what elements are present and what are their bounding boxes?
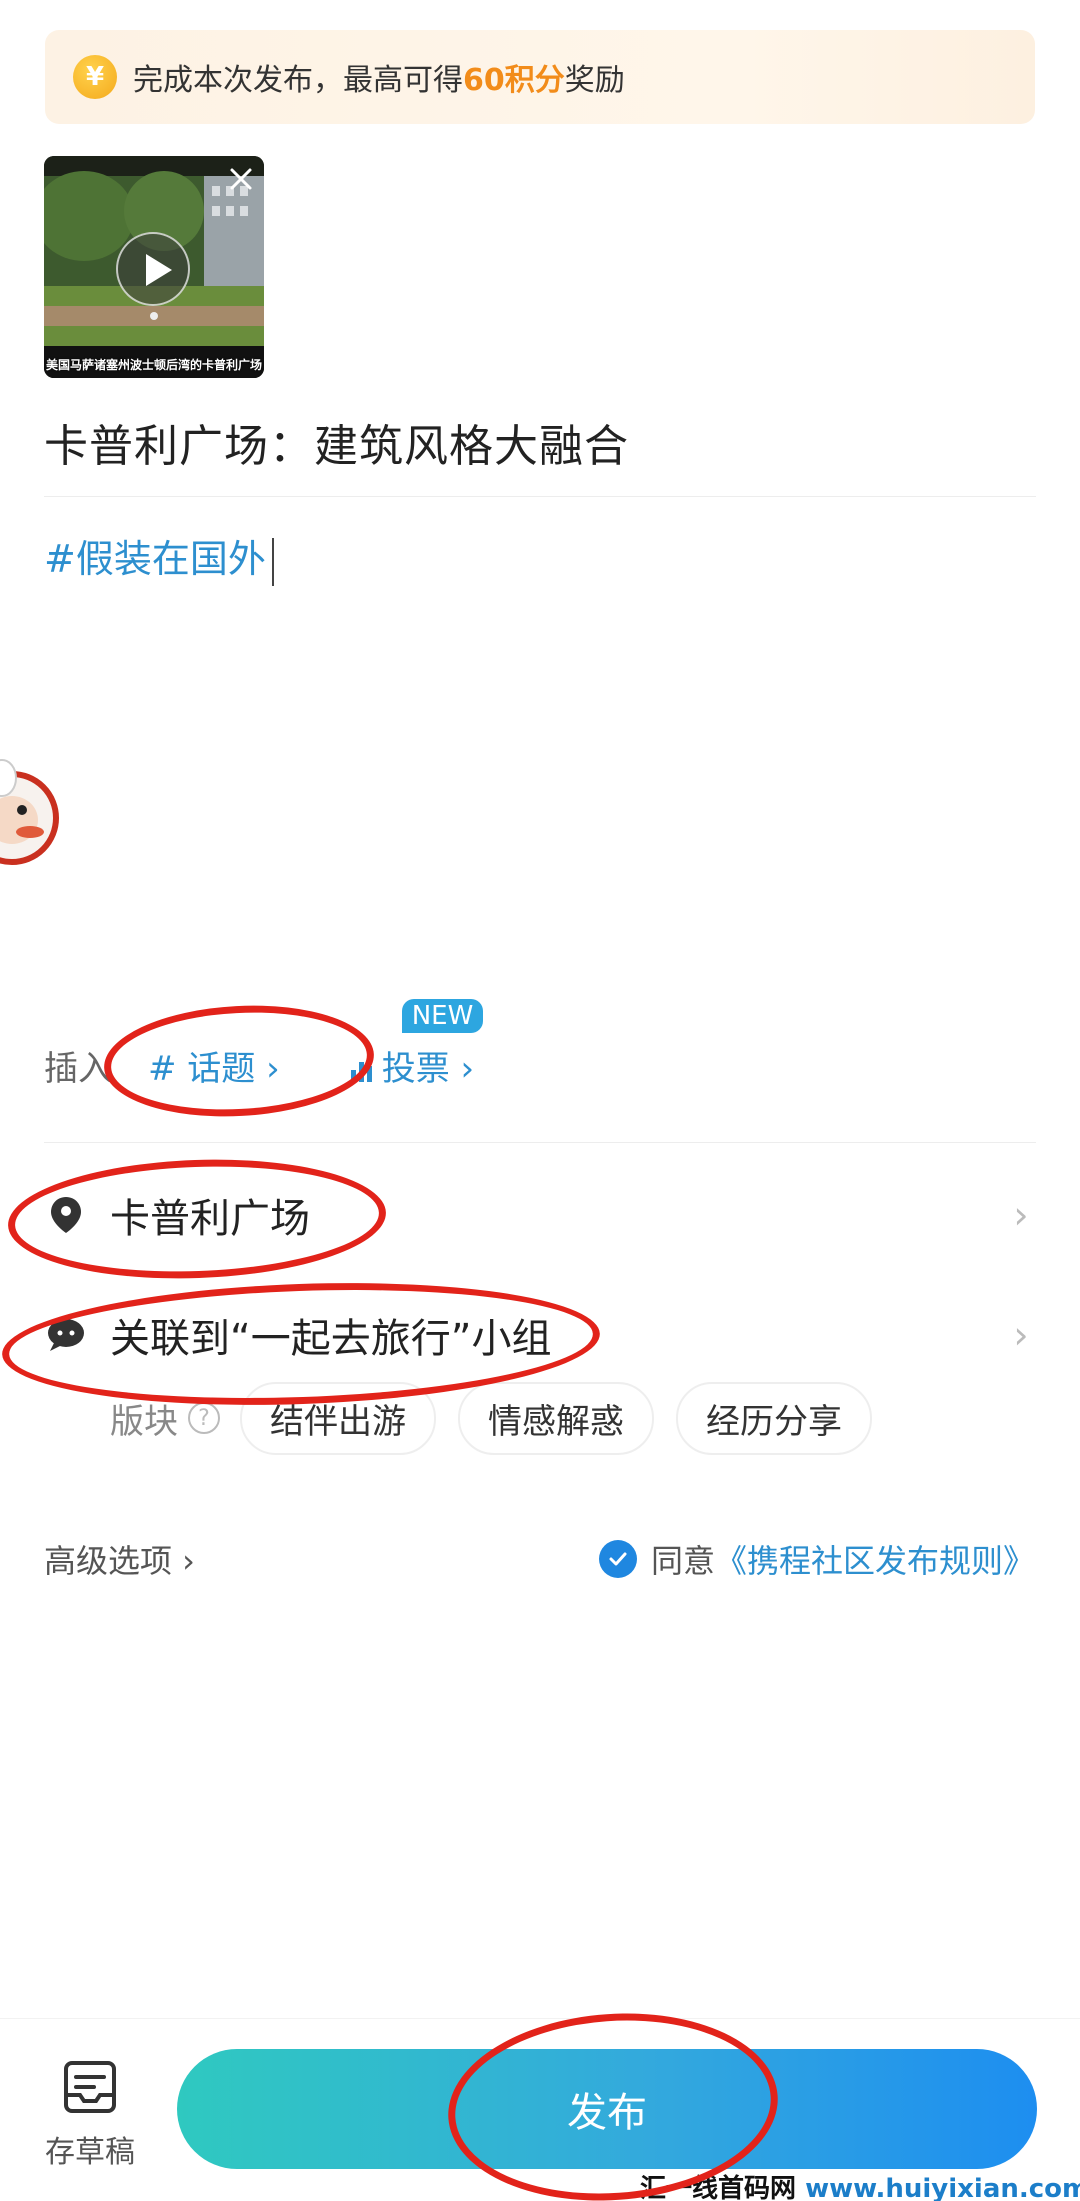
post-title-input[interactable]: 卡普利广场：建筑风格大融合: [44, 410, 629, 474]
reward-text: 完成本次发布，最高可得60积分奖励: [133, 55, 625, 99]
board-section: 版块 ? 结伴出游 情感解惑 经历分享: [110, 1380, 894, 1456]
close-icon[interactable]: [224, 162, 258, 196]
help-icon[interactable]: ?: [188, 1402, 220, 1434]
board-tag[interactable]: 情感解惑: [458, 1381, 654, 1455]
agreement-rules-link[interactable]: 《携程社区发布规则》: [715, 1536, 1035, 1582]
play-icon[interactable]: [116, 232, 190, 306]
save-draft-button[interactable]: 存草稿: [40, 2059, 140, 2171]
bar-chart-icon: [350, 1062, 372, 1082]
location-pin-icon: [44, 1193, 88, 1237]
chevron-right-icon: ›: [1013, 1193, 1029, 1237]
board-tag[interactable]: 结伴出游: [240, 1381, 436, 1455]
save-draft-label: 存草稿: [45, 2135, 135, 2170]
reward-text-suffix: 奖励: [564, 63, 625, 98]
insert-vote-button[interactable]: NEW 投票 ›: [332, 998, 490, 1098]
agreement-prefix: 同意: [650, 1542, 715, 1580]
watermark: 汇一线首码网 www.huiyixian.com: [640, 2168, 1080, 2201]
checkbox-checked-icon[interactable]: [598, 1540, 637, 1578]
insert-toolbar: 插入 # 话题 › NEW 投票 ›: [44, 998, 490, 1100]
chat-bubble-icon: [44, 1313, 88, 1357]
vote-label: 投票 ›: [381, 1048, 475, 1089]
location-label: 卡普利广场: [110, 1196, 310, 1242]
chevron-right-icon: ›: [1013, 1313, 1029, 1357]
location-row[interactable]: 卡普利广场 ›: [44, 1170, 1036, 1260]
text-cursor: [271, 537, 274, 586]
reward-text-prefix: 完成本次发布，最高可得: [133, 63, 463, 98]
insert-topic-button[interactable]: # 话题 ›: [126, 1033, 302, 1098]
board-label: 版块: [110, 1401, 178, 1442]
reward-points: 60积分: [463, 63, 565, 98]
mascot-float-icon[interactable]: [0, 748, 68, 888]
watermark-url: www.huiyixian.com: [805, 2174, 1080, 2201]
divider: [44, 1142, 1036, 1143]
video-thumbnail[interactable]: 美国马萨诸塞州波士顿后湾的卡普利广场: [44, 156, 264, 378]
draft-box-icon: [64, 2061, 116, 2113]
new-badge: NEW: [401, 998, 484, 1033]
watermark-cn: 汇一线首码网: [640, 2174, 797, 2201]
board-tag[interactable]: 经历分享: [676, 1381, 872, 1455]
divider: [44, 496, 1036, 497]
coin-icon: ¥: [73, 55, 117, 99]
publish-button[interactable]: 发布: [177, 2049, 1037, 2169]
group-row[interactable]: 关联到“一起去旅行”小组 ›: [44, 1290, 1036, 1380]
post-body-input[interactable]: #假装在国外: [44, 528, 274, 586]
advanced-options-button[interactable]: 高级选项 ›: [44, 1536, 195, 1582]
agreement-row: 同意 《携程社区发布规则》: [598, 1536, 1035, 1582]
video-caption: 美国马萨诸塞州波士顿后湾的卡普利广场: [45, 358, 262, 372]
hashtag-text: #假装在国外: [44, 537, 266, 581]
insert-label: 插入: [44, 1048, 112, 1089]
reward-banner: ¥ 完成本次发布，最高可得60积分奖励: [45, 30, 1035, 124]
group-label: 关联到“一起去旅行”小组: [110, 1316, 552, 1362]
